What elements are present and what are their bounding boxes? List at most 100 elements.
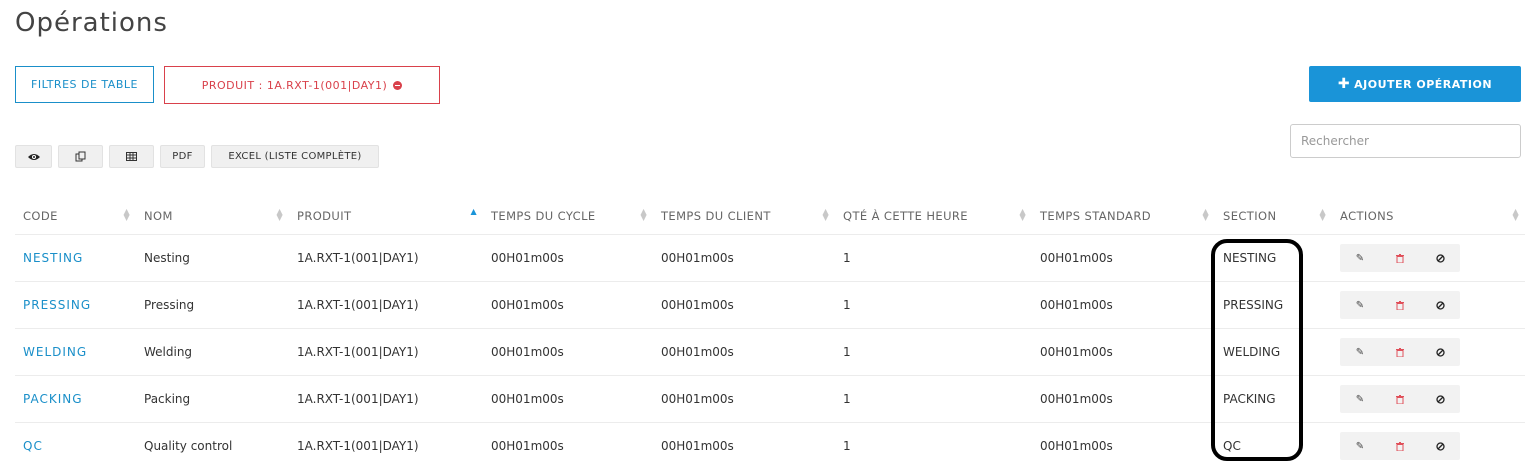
product-filter-chip[interactable]: PRODUIT : 1A.RXT-1(001|DAY1) xyxy=(164,66,440,104)
row-qte: 1 xyxy=(835,234,1032,282)
row-nom: Packing xyxy=(136,375,289,423)
row-temps-standard: 00H01m00s xyxy=(1032,422,1215,469)
col-header-temps-cycle[interactable]: TEMPS DU CYCLE ▲ ▼ xyxy=(483,197,653,235)
row-qte: 1 xyxy=(835,422,1032,469)
edit-icon[interactable]: ✎ xyxy=(1340,291,1380,319)
row-temps-client: 00H01m00s xyxy=(653,422,835,469)
copy-button[interactable] xyxy=(58,145,103,168)
trash-icon[interactable] xyxy=(1380,338,1420,366)
row-produit: 1A.RXT-1(001|DAY1) xyxy=(289,281,483,329)
row-code-link[interactable]: PACKING xyxy=(15,375,136,423)
ban-icon[interactable] xyxy=(1420,291,1460,319)
row-temps-client: 00H01m00s xyxy=(653,328,835,376)
row-section: PRESSING xyxy=(1215,281,1332,329)
page-title: Opérations xyxy=(15,8,168,38)
row-qte: 1 xyxy=(835,281,1032,329)
export-toolbar: PDF EXCEL (LISTE COMPLÈTE) xyxy=(15,145,379,168)
col-header-produit[interactable]: PRODUIT ▲ xyxy=(289,197,483,235)
row-temps-client: 00H01m00s xyxy=(653,375,835,423)
row-temps-standard: 00H01m00s xyxy=(1032,234,1215,282)
row-actions: ✎ xyxy=(1332,422,1525,469)
row-produit: 1A.RXT-1(001|DAY1) xyxy=(289,375,483,423)
action-group: ✎ xyxy=(1340,432,1460,460)
row-produit: 1A.RXT-1(001|DAY1) xyxy=(289,328,483,376)
row-produit: 1A.RXT-1(001|DAY1) xyxy=(289,234,483,282)
table-header-row: CODE ▲ ▼ NOM ▲ ▼ PRODUIT ▲ TEMPS DU CYCLE ▲ ▼ T… xyxy=(15,197,1525,235)
edit-icon[interactable]: ✎ xyxy=(1340,244,1380,272)
csv-button[interactable] xyxy=(109,145,154,168)
columns-icon xyxy=(126,152,137,161)
add-operation-button[interactable]: ✚ AJOUTER OPÉRATION xyxy=(1309,66,1521,102)
action-group: ✎ xyxy=(1340,385,1460,413)
table-row: WELDING Welding 1A.RXT-1(001|DAY1) 00H01m00… xyxy=(15,328,1525,376)
sort-icon: ▲ ▼ xyxy=(1019,207,1026,222)
row-actions: ✎ xyxy=(1332,281,1525,329)
column-visibility-button[interactable] xyxy=(15,145,52,168)
ban-icon[interactable] xyxy=(1420,338,1460,366)
row-temps-cycle: 00H01m00s xyxy=(483,328,653,376)
sort-icon: ▲ ▼ xyxy=(640,207,647,222)
action-group: ✎ xyxy=(1340,291,1460,319)
ban-icon[interactable] xyxy=(1420,244,1460,272)
add-operation-label: AJOUTER OPÉRATION xyxy=(1354,77,1493,91)
ban-icon[interactable] xyxy=(1420,385,1460,413)
row-nom: Nesting xyxy=(136,234,289,282)
row-code-link[interactable]: QC xyxy=(15,422,136,469)
table-row: QC Quality control 1A.RXT-1(001|DAY1) 00H01… xyxy=(15,422,1525,469)
row-temps-client: 00H01m00s xyxy=(653,234,835,282)
row-nom: Pressing xyxy=(136,281,289,329)
table-row: NESTING Nesting 1A.RXT-1(001|DAY1) 00H01m00… xyxy=(15,234,1525,282)
sort-icon: ▲ ▼ xyxy=(276,207,283,222)
trash-icon[interactable] xyxy=(1380,385,1420,413)
row-code-link[interactable]: WELDING xyxy=(15,328,136,376)
row-section: QC xyxy=(1215,422,1332,469)
plus-icon: ✚ xyxy=(1337,76,1351,92)
edit-icon[interactable]: ✎ xyxy=(1340,432,1380,460)
col-header-section[interactable]: SECTION ▲ ▼ xyxy=(1215,197,1332,235)
row-produit: 1A.RXT-1(001|DAY1) xyxy=(289,422,483,469)
sort-icon: ▲ ▼ xyxy=(1319,207,1326,222)
eye-icon xyxy=(27,153,40,160)
col-header-qte[interactable]: QTÉ À CETTE HEURE ▲ ▼ xyxy=(835,197,1032,235)
product-filter-label: PRODUIT : 1A.RXT-1(001|DAY1) xyxy=(201,78,388,92)
row-nom: Welding xyxy=(136,328,289,376)
sort-ascending-icon: ▲ xyxy=(470,207,477,216)
row-section: WELDING xyxy=(1215,328,1332,376)
row-qte: 1 xyxy=(835,328,1032,376)
col-header-temps-client[interactable]: TEMPS DU CLIENT ▲ ▼ xyxy=(653,197,835,235)
operations-table: CODE ▲ ▼ NOM ▲ ▼ PRODUIT ▲ TEMPS DU CYCLE ▲ ▼ T… xyxy=(15,197,1525,469)
sort-icon: ▲ ▼ xyxy=(1512,207,1519,222)
ban-icon[interactable] xyxy=(1420,432,1460,460)
row-temps-cycle: 00H01m00s xyxy=(483,422,653,469)
row-code-link[interactable]: NESTING xyxy=(15,234,136,282)
row-actions: ✎ xyxy=(1332,328,1525,376)
action-group: ✎ xyxy=(1340,244,1460,272)
sort-icon: ▲ ▼ xyxy=(1202,207,1209,222)
row-actions: ✎ xyxy=(1332,375,1525,423)
col-header-nom[interactable]: NOM ▲ ▼ xyxy=(136,197,289,235)
table-filters-button[interactable]: FILTRES DE TABLE xyxy=(15,66,154,103)
trash-icon[interactable] xyxy=(1380,244,1420,272)
row-code-link[interactable]: PRESSING xyxy=(15,281,136,329)
row-actions: ✎ xyxy=(1332,234,1525,282)
row-temps-cycle: 00H01m00s xyxy=(483,375,653,423)
row-section: PACKING xyxy=(1215,375,1332,423)
row-temps-standard: 00H01m00s xyxy=(1032,328,1215,376)
trash-icon[interactable] xyxy=(1380,291,1420,319)
row-nom: Quality control xyxy=(136,422,289,469)
remove-filter-icon[interactable] xyxy=(393,80,403,90)
sort-icon: ▲ ▼ xyxy=(822,207,829,222)
col-header-code[interactable]: CODE ▲ ▼ xyxy=(15,197,136,235)
search-input[interactable] xyxy=(1290,124,1521,158)
col-header-temps-standard[interactable]: TEMPS STANDARD ▲ ▼ xyxy=(1032,197,1215,235)
row-qte: 1 xyxy=(835,375,1032,423)
edit-icon[interactable]: ✎ xyxy=(1340,385,1380,413)
pdf-button[interactable]: PDF xyxy=(160,145,205,168)
row-temps-cycle: 00H01m00s xyxy=(483,281,653,329)
trash-icon[interactable] xyxy=(1380,432,1420,460)
excel-button[interactable]: EXCEL (LISTE COMPLÈTE) xyxy=(211,145,379,168)
row-temps-client: 00H01m00s xyxy=(653,281,835,329)
col-header-actions[interactable]: ACTIONS ▲ ▼ xyxy=(1332,197,1525,235)
edit-icon[interactable]: ✎ xyxy=(1340,338,1380,366)
row-section: NESTING xyxy=(1215,234,1332,282)
